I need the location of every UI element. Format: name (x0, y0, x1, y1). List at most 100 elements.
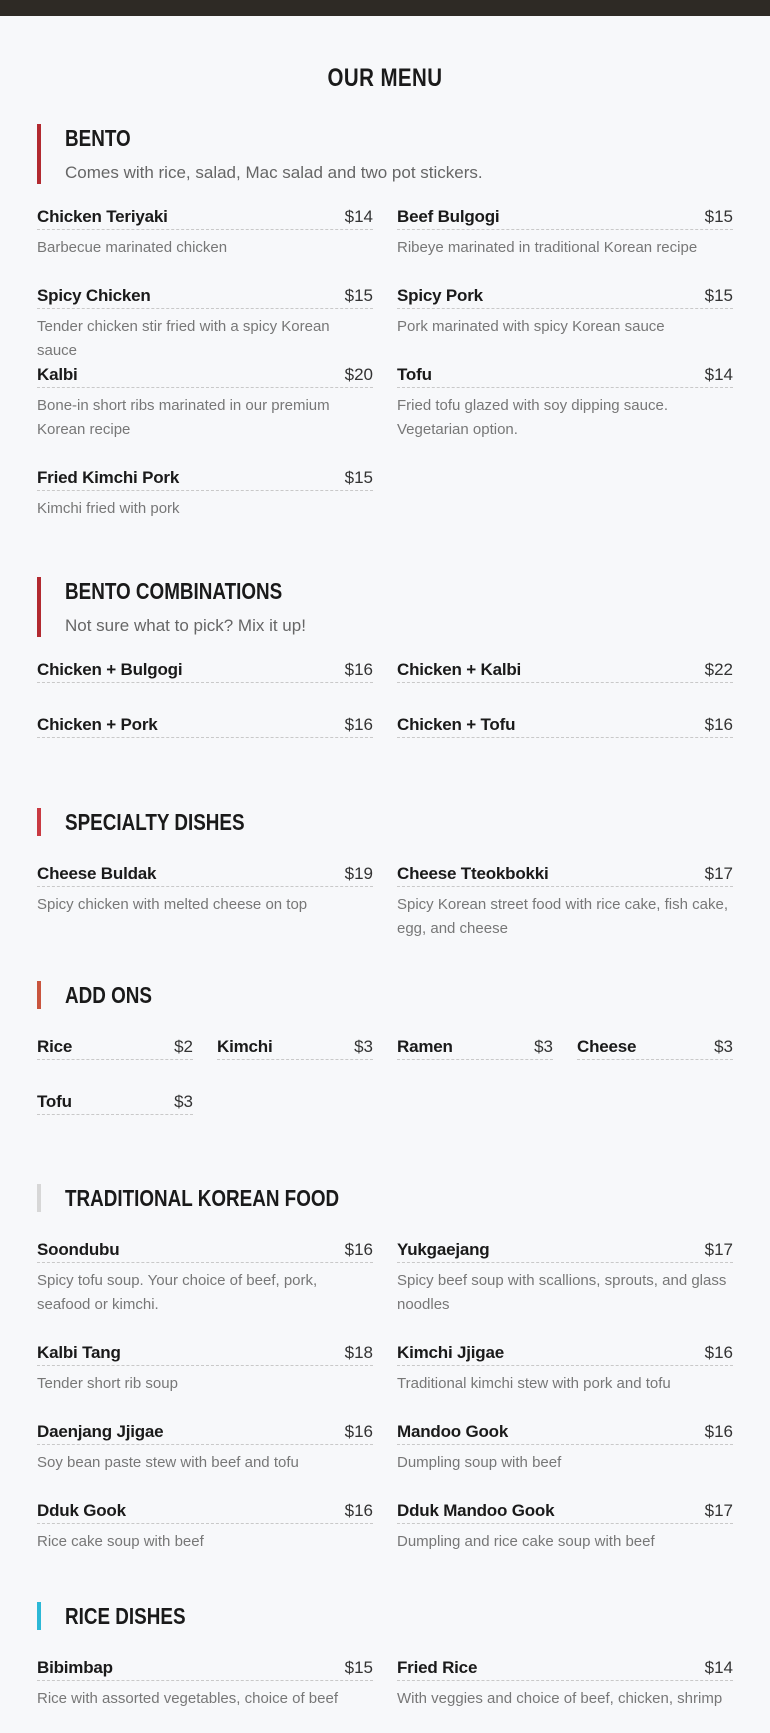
item-description: Kimchi fried with pork (37, 500, 180, 517)
item-name: Kimchi Jjigae (397, 1343, 504, 1362)
item-description: Soy bean paste stew with beef and tofu (37, 1454, 299, 1471)
menu-item: Daenjang Jjigae $16 Soy bean paste stew w… (37, 1418, 373, 1497)
section-header: BENTO Comes with rice, salad, Mac salad … (37, 124, 733, 184)
item-description: Rice with assorted vegetables, choice of… (37, 1690, 339, 1707)
section-title: ADD ONS (65, 982, 152, 1008)
item-name: Kalbi Tang (37, 1343, 121, 1362)
item-description: Spicy tofu soup. Your choice of beef, po… (37, 1272, 318, 1313)
item-description: Pork marinated with spicy Korean sauce (397, 318, 665, 335)
section-header: TRADITIONAL KOREAN FOOD (37, 1184, 733, 1212)
item-description: With veggies and choice of beef, chicken… (397, 1690, 723, 1707)
item-price: $20 (344, 365, 373, 384)
section-header: SPECIALTY DISHES (37, 808, 733, 836)
menu-item: Soondubu $16 Spicy tofu soup. Your choice… (37, 1236, 373, 1339)
item-name: Bibimbap (37, 1658, 113, 1677)
item-description: Spicy chicken with melted cheese on top (37, 896, 308, 913)
item-grid: Cheese Buldak $19 Spicy chicken with melt… (37, 860, 733, 963)
item-name: Cheese Buldak (37, 864, 157, 883)
header-image-strip (0, 0, 770, 16)
item-name: Soondubu (37, 1240, 120, 1259)
item-name: Cheese (577, 1037, 637, 1056)
item-name: Dduk Mandoo Gook (397, 1501, 555, 1520)
item-name: Cheese Tteokbokki (397, 864, 549, 883)
menu-item: Kalbi $20 Bone-in short ribs marinated in… (37, 361, 373, 464)
item-grid: Bibimbap $15 Rice with assorted vegetable… (37, 1654, 733, 1733)
menu-item: Chicken + Kalbi $22 (397, 656, 733, 711)
item-description: Rice cake soup with beef (37, 1533, 204, 1550)
menu-item: Fried Kimchi Pork $15 Kimchi fried with p… (37, 464, 373, 543)
item-name: Fried Kimchi Pork (37, 468, 180, 487)
menu-item: Cheese $3 (577, 1033, 733, 1088)
item-description: Dumpling soup with beef (397, 1454, 562, 1471)
item-price: $15 (344, 468, 373, 487)
item-price: $14 (344, 207, 373, 226)
item-price: $14 (704, 365, 733, 384)
item-price: $3 (174, 1092, 193, 1111)
section-bento: BENTO Comes with rice, salad, Mac salad … (37, 124, 733, 543)
menu-item: Kimchi $3 (217, 1033, 373, 1088)
item-price: $16 (344, 1422, 373, 1441)
menu-item: Bibimbap $15 Rice with assorted vegetable… (37, 1654, 373, 1733)
item-name: Daenjang Jjigae (37, 1422, 164, 1441)
item-name: Chicken + Bulgogi (37, 660, 183, 679)
menu-item: Spicy Pork $15 Pork marinated with spicy … (397, 282, 733, 361)
menu-item: Chicken + Bulgogi $16 (37, 656, 373, 711)
item-description: Barbecue marinated chicken (37, 239, 228, 256)
item-grid: Rice $2 Kimchi $3 Ramen $3 Cheese $3 Tofu $3 (37, 1033, 733, 1143)
item-price: $15 (704, 207, 733, 226)
section-add-ons: ADD ONS Rice $2 Kimchi $3 Ramen $3 Cheese $3… (37, 981, 733, 1143)
section-title: BENTO COMBINATIONS (65, 578, 283, 604)
item-grid: Chicken + Bulgogi $16 Chicken + Kalbi $22 … (37, 656, 733, 766)
item-price: $17 (704, 864, 733, 883)
menu-item: Tofu $3 (37, 1088, 193, 1143)
item-price: $16 (704, 1343, 733, 1362)
item-price: $3 (534, 1037, 553, 1056)
item-price: $3 (714, 1037, 733, 1056)
menu-item: Beef Bulgogi $15 Ribeye marinated in trad… (397, 203, 733, 282)
section-description: Comes with rice, salad, Mac salad and tw… (65, 163, 483, 182)
menu-item: Ramen $3 (397, 1033, 553, 1088)
item-description: Fried tofu glazed with soy dipping sauce… (397, 397, 668, 438)
item-price: $17 (704, 1240, 733, 1259)
item-name: Spicy Chicken (37, 286, 151, 305)
menu-item: Kimchi Jjigae $16 Traditional kimchi stew… (397, 1339, 733, 1418)
item-description: Traditional kimchi stew with pork and to… (397, 1375, 671, 1392)
item-price: $16 (704, 715, 733, 734)
item-name: Yukgaejang (397, 1240, 490, 1259)
section-title: SPECIALTY DISHES (65, 809, 245, 835)
item-name: Mandoo Gook (397, 1422, 509, 1441)
section-title: RICE DISHES (65, 1603, 186, 1629)
menu-item: Cheese Buldak $19 Spicy chicken with melt… (37, 860, 373, 963)
item-name: Ramen (397, 1037, 453, 1056)
item-name: Chicken Teriyaki (37, 207, 168, 226)
item-description: Spicy Korean street food with rice cake,… (397, 896, 728, 937)
item-name: Dduk Gook (37, 1501, 126, 1520)
item-name: Rice (37, 1037, 73, 1056)
item-price: $16 (344, 1501, 373, 1520)
menu-item: Yukgaejang $17 Spicy beef soup with scall… (397, 1236, 733, 1339)
section-rice-dishes: RICE DISHES Bibimbap $15 Rice with assort… (37, 1602, 733, 1733)
menu-item: Dduk Mandoo Gook $17 Dumpling and rice ca… (397, 1497, 733, 1576)
item-description: Spicy beef soup with scallions, sprouts,… (397, 1272, 727, 1313)
section-header: ADD ONS (37, 981, 733, 1009)
section-title: TRADITIONAL KOREAN FOOD (65, 1185, 340, 1211)
item-name: Fried Rice (397, 1658, 478, 1677)
item-name: Kimchi (217, 1037, 273, 1056)
section-specialty-dishes: SPECIALTY DISHES Cheese Buldak $19 Spicy … (37, 808, 733, 963)
section-header: BENTO COMBINATIONS Not sure what to pick… (37, 577, 733, 637)
item-name: Chicken + Tofu (397, 715, 516, 734)
item-name: Tofu (397, 365, 432, 384)
item-price: $17 (704, 1501, 733, 1520)
item-name: Chicken + Pork (37, 715, 158, 734)
menu-item: Mandoo Gook $16 Dumpling soup with beef (397, 1418, 733, 1497)
menu-page: OUR MENU BENTO Comes with rice, salad, M… (0, 64, 770, 1733)
menu-item: Dduk Gook $16 Rice cake soup with beef (37, 1497, 373, 1576)
menu-item: Rice $2 (37, 1033, 193, 1088)
item-price: $16 (344, 660, 373, 679)
item-name: Beef Bulgogi (397, 207, 500, 226)
menu-item: Chicken Teriyaki $14 Barbecue marinated c… (37, 203, 373, 282)
menu-item: Chicken + Pork $16 (37, 711, 373, 766)
item-price: $15 (344, 1658, 373, 1677)
menu-item: Tofu $14 Fried tofu glazed with soy dippi… (397, 361, 733, 464)
item-price: $16 (344, 1240, 373, 1259)
